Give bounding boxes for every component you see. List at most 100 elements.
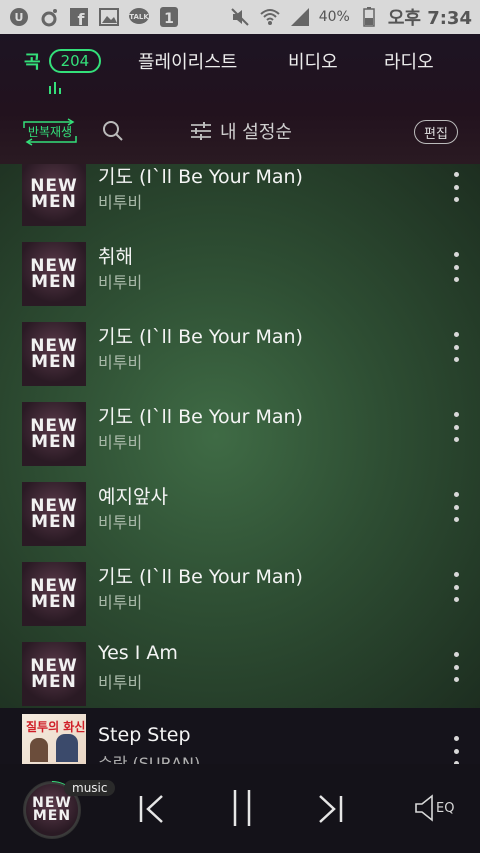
uplus-icon: U	[8, 6, 30, 28]
battery-icon	[358, 6, 380, 28]
song-artist: 비투비	[98, 673, 143, 692]
signal-icon	[289, 6, 311, 28]
sort-button[interactable]: 내 설정순	[190, 118, 292, 144]
album-art: NEW MEN	[22, 242, 86, 306]
album-art-text: NEW MEN	[32, 796, 72, 823]
album-art-text: NEW MEN	[30, 178, 78, 212]
songs-count-badge: 204	[48, 49, 102, 73]
list-item[interactable]: NEW MEN 취해비투비	[0, 242, 480, 322]
repeat-label: 반복재생	[27, 124, 73, 139]
song-artist: 비투비	[98, 593, 143, 612]
more-options-icon[interactable]	[446, 736, 466, 764]
skip-next-icon	[319, 795, 343, 823]
song-title: 예지앞사	[98, 486, 168, 508]
album-art-text: NEW MEN	[30, 418, 78, 452]
music-badge: music	[64, 780, 116, 796]
svg-text:TALK: TALK	[129, 13, 149, 21]
more-options-icon[interactable]	[446, 412, 466, 442]
top-header: 곡 204 플레이리스트 비디오 라디오 반복재생 내 설정순 편집	[0, 34, 480, 164]
album-art-figure	[30, 738, 48, 762]
sort-label: 내 설정순	[220, 122, 292, 143]
tab-video[interactable]: 비디오	[288, 48, 338, 74]
more-options-icon[interactable]	[446, 572, 466, 602]
next-button[interactable]	[316, 794, 344, 824]
wifi-icon	[259, 6, 281, 28]
song-artist: 비투비	[98, 193, 143, 212]
list-item-current[interactable]: 질투의 화신 Step Step 수란 (SURAN)	[0, 708, 480, 764]
search-button[interactable]	[102, 120, 124, 142]
tab-songs[interactable]: 곡 204	[24, 48, 102, 74]
svg-text:1: 1	[164, 11, 174, 27]
album-art: NEW MEN	[22, 642, 86, 706]
song-title: 기도 (I`ll Be Your Man)	[98, 406, 303, 428]
album-art-line: MEN	[31, 192, 77, 212]
more-options-icon[interactable]	[446, 652, 466, 682]
mute-icon	[229, 6, 251, 28]
battery-percent: 40%	[318, 9, 350, 25]
album-art-line: MEN	[31, 272, 77, 292]
song-title: Yes I Am	[98, 642, 178, 664]
album-art-text: NEW MEN	[30, 658, 78, 692]
song-title: 취해	[98, 246, 133, 268]
album-art-text: NEW MEN	[30, 258, 78, 292]
album-art-line: MEN	[31, 352, 77, 372]
system-icons: 40% 오후 7:34	[229, 4, 472, 30]
album-art: NEW MEN	[22, 482, 86, 546]
album-art-text: NEW MEN	[30, 578, 78, 612]
eq-button[interactable]: EQ	[414, 794, 454, 822]
song-artist: 수란 (SURAN)	[98, 754, 201, 764]
more-options-icon[interactable]	[446, 492, 466, 522]
clock: 오후 7:34	[387, 8, 472, 29]
pause-icon	[233, 790, 251, 826]
song-title: 기도 (I`ll Be Your Man)	[98, 326, 303, 348]
list-item[interactable]: NEW MEN Yes I Am 비투비	[0, 642, 480, 708]
kakao-story-icon	[38, 6, 60, 28]
tab-radio[interactable]: 라디오	[384, 48, 434, 74]
album-art-line: MEN	[31, 512, 77, 532]
album-art: NEW MEN	[22, 164, 86, 226]
status-bar: U f TALK 1 40% 오후 7:34	[0, 0, 480, 34]
song-artist: 비투비	[98, 513, 143, 532]
list-item[interactable]: NEW MEN 기도 (I`ll Be Your Man) 비투비	[0, 402, 480, 482]
song-title: 기도 (I`ll Be Your Man)	[98, 566, 303, 588]
pause-button[interactable]	[230, 788, 254, 828]
song-artist: 비투비	[98, 353, 143, 372]
previous-button[interactable]	[138, 794, 166, 824]
more-options-icon[interactable]	[446, 172, 466, 202]
eq-label: EQ	[436, 800, 455, 816]
album-art: NEW MEN	[22, 322, 86, 386]
more-options-icon[interactable]	[446, 252, 466, 282]
tab-bar: 곡 204 플레이리스트 비디오 라디오	[0, 48, 480, 78]
album-art-line: MEN	[31, 432, 77, 452]
skip-previous-icon	[139, 795, 163, 823]
album-art: NEW MEN	[22, 402, 86, 466]
song-list[interactable]: NEW MEN 기도 (I`ll Be Your Man) 비투비 NEW MEN 취해 비투…	[0, 164, 480, 708]
svg-text:f: f	[78, 10, 86, 28]
song-title: 기도 (I`ll Be Your Man)	[98, 166, 303, 188]
album-art-text: NEW MEN	[30, 338, 78, 372]
tab-songs-label: 곡	[24, 52, 41, 73]
more-options-icon[interactable]	[446, 332, 466, 362]
tab-playlist[interactable]: 플레이리스트	[138, 48, 237, 74]
song-title: Step Step	[98, 724, 191, 746]
album-art: 질투의 화신	[22, 714, 86, 764]
edit-button[interactable]: 편집	[414, 120, 458, 144]
notification-icons: U f TALK 1	[8, 6, 180, 28]
album-art-text: NEW MEN	[30, 498, 78, 532]
sort-sliders-icon	[191, 122, 211, 140]
song-artist: 비투비	[98, 433, 143, 452]
album-art-line: MEN	[31, 592, 77, 612]
list-item[interactable]: NEW MEN 기도 (I`ll Be Your Man) 비투비	[0, 562, 480, 642]
album-art: NEW MEN	[22, 562, 86, 626]
song-artist: 비투비	[98, 273, 143, 292]
album-art-title: 질투의 화신	[26, 720, 86, 734]
kakaotalk-icon: TALK	[128, 6, 150, 28]
album-art-figure	[56, 734, 78, 762]
list-item[interactable]: NEW MEN 기도 (I`ll Be Your Man) 비투비	[0, 164, 480, 242]
album-art-line: MEN	[31, 672, 77, 692]
speaker-icon	[415, 794, 433, 822]
repeat-button[interactable]: 반복재생	[20, 118, 80, 146]
mini-player: NEW MEN music EQ	[0, 764, 480, 853]
list-item[interactable]: NEW MEN 예지앞사비투비	[0, 482, 480, 562]
list-item[interactable]: NEW MEN 기도 (I`ll Be Your Man) 비투비	[0, 322, 480, 402]
